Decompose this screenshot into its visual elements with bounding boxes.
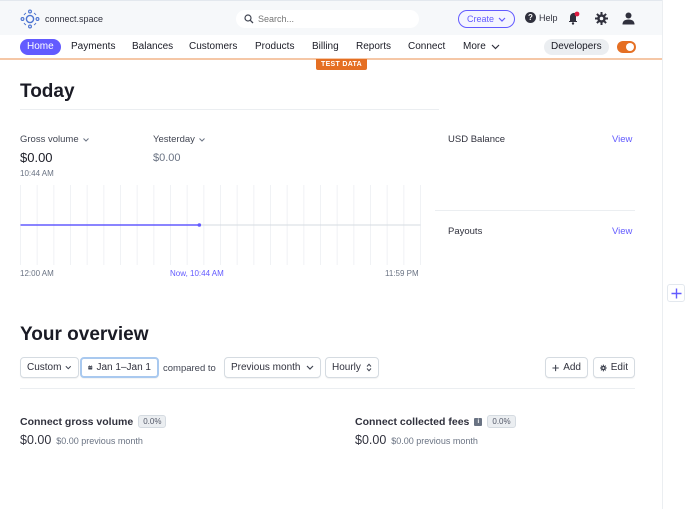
metric-value: $0.00 [20, 433, 52, 447]
plus-icon [552, 364, 559, 371]
usd-balance-label: USD Balance [448, 134, 506, 145]
help-label: Help [539, 12, 558, 23]
gear-icon [600, 364, 607, 371]
payouts-view-link[interactable]: View [612, 226, 632, 237]
payouts-label: Payouts [448, 226, 483, 237]
info-icon[interactable]: i [474, 417, 483, 426]
gross-volume-selector[interactable]: Gross volume [20, 134, 89, 145]
nav-more[interactable]: More [463, 39, 500, 55]
connect-logo-icon [20, 9, 40, 29]
interval-select[interactable]: Hourly [325, 357, 379, 378]
calendar-icon [88, 365, 93, 370]
notifications-bell-icon[interactable] [568, 11, 580, 25]
x-axis-end-label: 11:59 PM [385, 269, 419, 278]
add-button[interactable]: Add [545, 357, 588, 378]
right-sidebar [662, 0, 688, 509]
metric-title: Connect gross volume [20, 415, 134, 428]
range-select[interactable]: Custom [20, 357, 79, 378]
chevron-down-icon [306, 365, 314, 370]
gross-volume-label: Gross volume [20, 134, 79, 145]
nav-connect[interactable]: Connect [408, 39, 445, 55]
overview-divider [20, 388, 635, 389]
yesterday-label: Yesterday [153, 134, 195, 145]
gross-volume-time: 10:44 AM [20, 169, 54, 178]
metric-title: Connect collected fees [355, 415, 470, 428]
help-icon: ? [525, 12, 536, 23]
nav-billing[interactable]: Billing [312, 39, 339, 55]
nav-more-label: More [463, 41, 486, 52]
chevron-down-icon [82, 137, 89, 142]
nav-reports[interactable]: Reports [356, 39, 391, 55]
compare-select[interactable]: Previous month [224, 357, 321, 378]
range-select-value: Custom [27, 362, 62, 373]
main-nav: Home Payments Balances Customers Product… [0, 35, 662, 60]
chevron-up-down-icon [366, 363, 372, 372]
metric-previous: $0.00 previous month [56, 436, 143, 446]
add-label: Add [563, 362, 581, 373]
gross-volume-chart [20, 185, 421, 265]
usd-balance-view-link[interactable]: View [612, 134, 632, 145]
nav-home[interactable]: Home [20, 39, 61, 55]
test-data-badge: TEST DATA [316, 59, 367, 70]
developers-button[interactable]: Developers [544, 39, 609, 55]
change-badge: 0.0% [138, 415, 167, 428]
plus-icon [671, 288, 681, 298]
connect-gross-volume-title[interactable]: Connect gross volume 0.0% [20, 415, 167, 428]
compared-to-label: compared to [163, 363, 216, 374]
search-icon [244, 14, 254, 24]
edit-label: Edit [610, 362, 628, 373]
settings-gear-icon[interactable] [595, 12, 608, 25]
connect-collected-fees-value: $0.00 $0.00 previous month [355, 433, 478, 447]
chevron-down-icon [65, 365, 72, 370]
chevron-down-icon [491, 44, 500, 50]
side-divider [435, 210, 635, 211]
search-box[interactable] [236, 10, 419, 28]
x-axis-start-label: 12:00 AM [20, 269, 54, 278]
date-range-value: Jan 1–Jan 1 [96, 362, 152, 373]
today-divider [20, 109, 439, 110]
date-range-picker[interactable]: Jan 1–Jan 1 [80, 357, 159, 378]
account-name[interactable]: connect.space [45, 14, 103, 24]
connect-gross-volume-value: $0.00 $0.00 previous month [20, 433, 143, 447]
metric-value: $0.00 [355, 433, 387, 447]
create-label: Create [466, 14, 494, 24]
edit-button[interactable]: Edit [593, 357, 635, 378]
help-button[interactable]: ? Help [525, 12, 558, 23]
compare-select-value: Previous month [231, 362, 301, 373]
x-axis-now-label: Now, 10:44 AM [170, 269, 224, 278]
test-mode-toggle[interactable] [617, 41, 636, 53]
search-input[interactable] [258, 12, 408, 26]
nav-balances[interactable]: Balances [132, 39, 173, 55]
yesterday-selector[interactable]: Yesterday [153, 134, 205, 145]
interval-select-value: Hourly [332, 362, 361, 373]
nav-products[interactable]: Products [255, 39, 294, 55]
metric-previous: $0.00 previous month [391, 436, 478, 446]
chevron-down-icon [498, 17, 506, 22]
nav-payments[interactable]: Payments [71, 39, 115, 55]
create-button[interactable]: Create [458, 10, 515, 28]
nav-customers[interactable]: Customers [189, 39, 237, 55]
connect-collected-fees-title[interactable]: Connect collected fees i 0.0% [355, 415, 516, 428]
add-widget-button[interactable] [667, 284, 685, 302]
today-heading: Today [20, 81, 75, 102]
now-marker-point [197, 223, 202, 227]
chevron-down-icon [199, 137, 205, 142]
change-badge: 0.0% [487, 415, 516, 428]
profile-user-icon[interactable] [622, 12, 635, 25]
yesterday-value: $0.00 [153, 152, 181, 164]
overview-heading: Your overview [20, 324, 149, 345]
gross-volume-value: $0.00 [20, 150, 53, 165]
top-bar: connect.space Create ? Help [0, 0, 662, 35]
